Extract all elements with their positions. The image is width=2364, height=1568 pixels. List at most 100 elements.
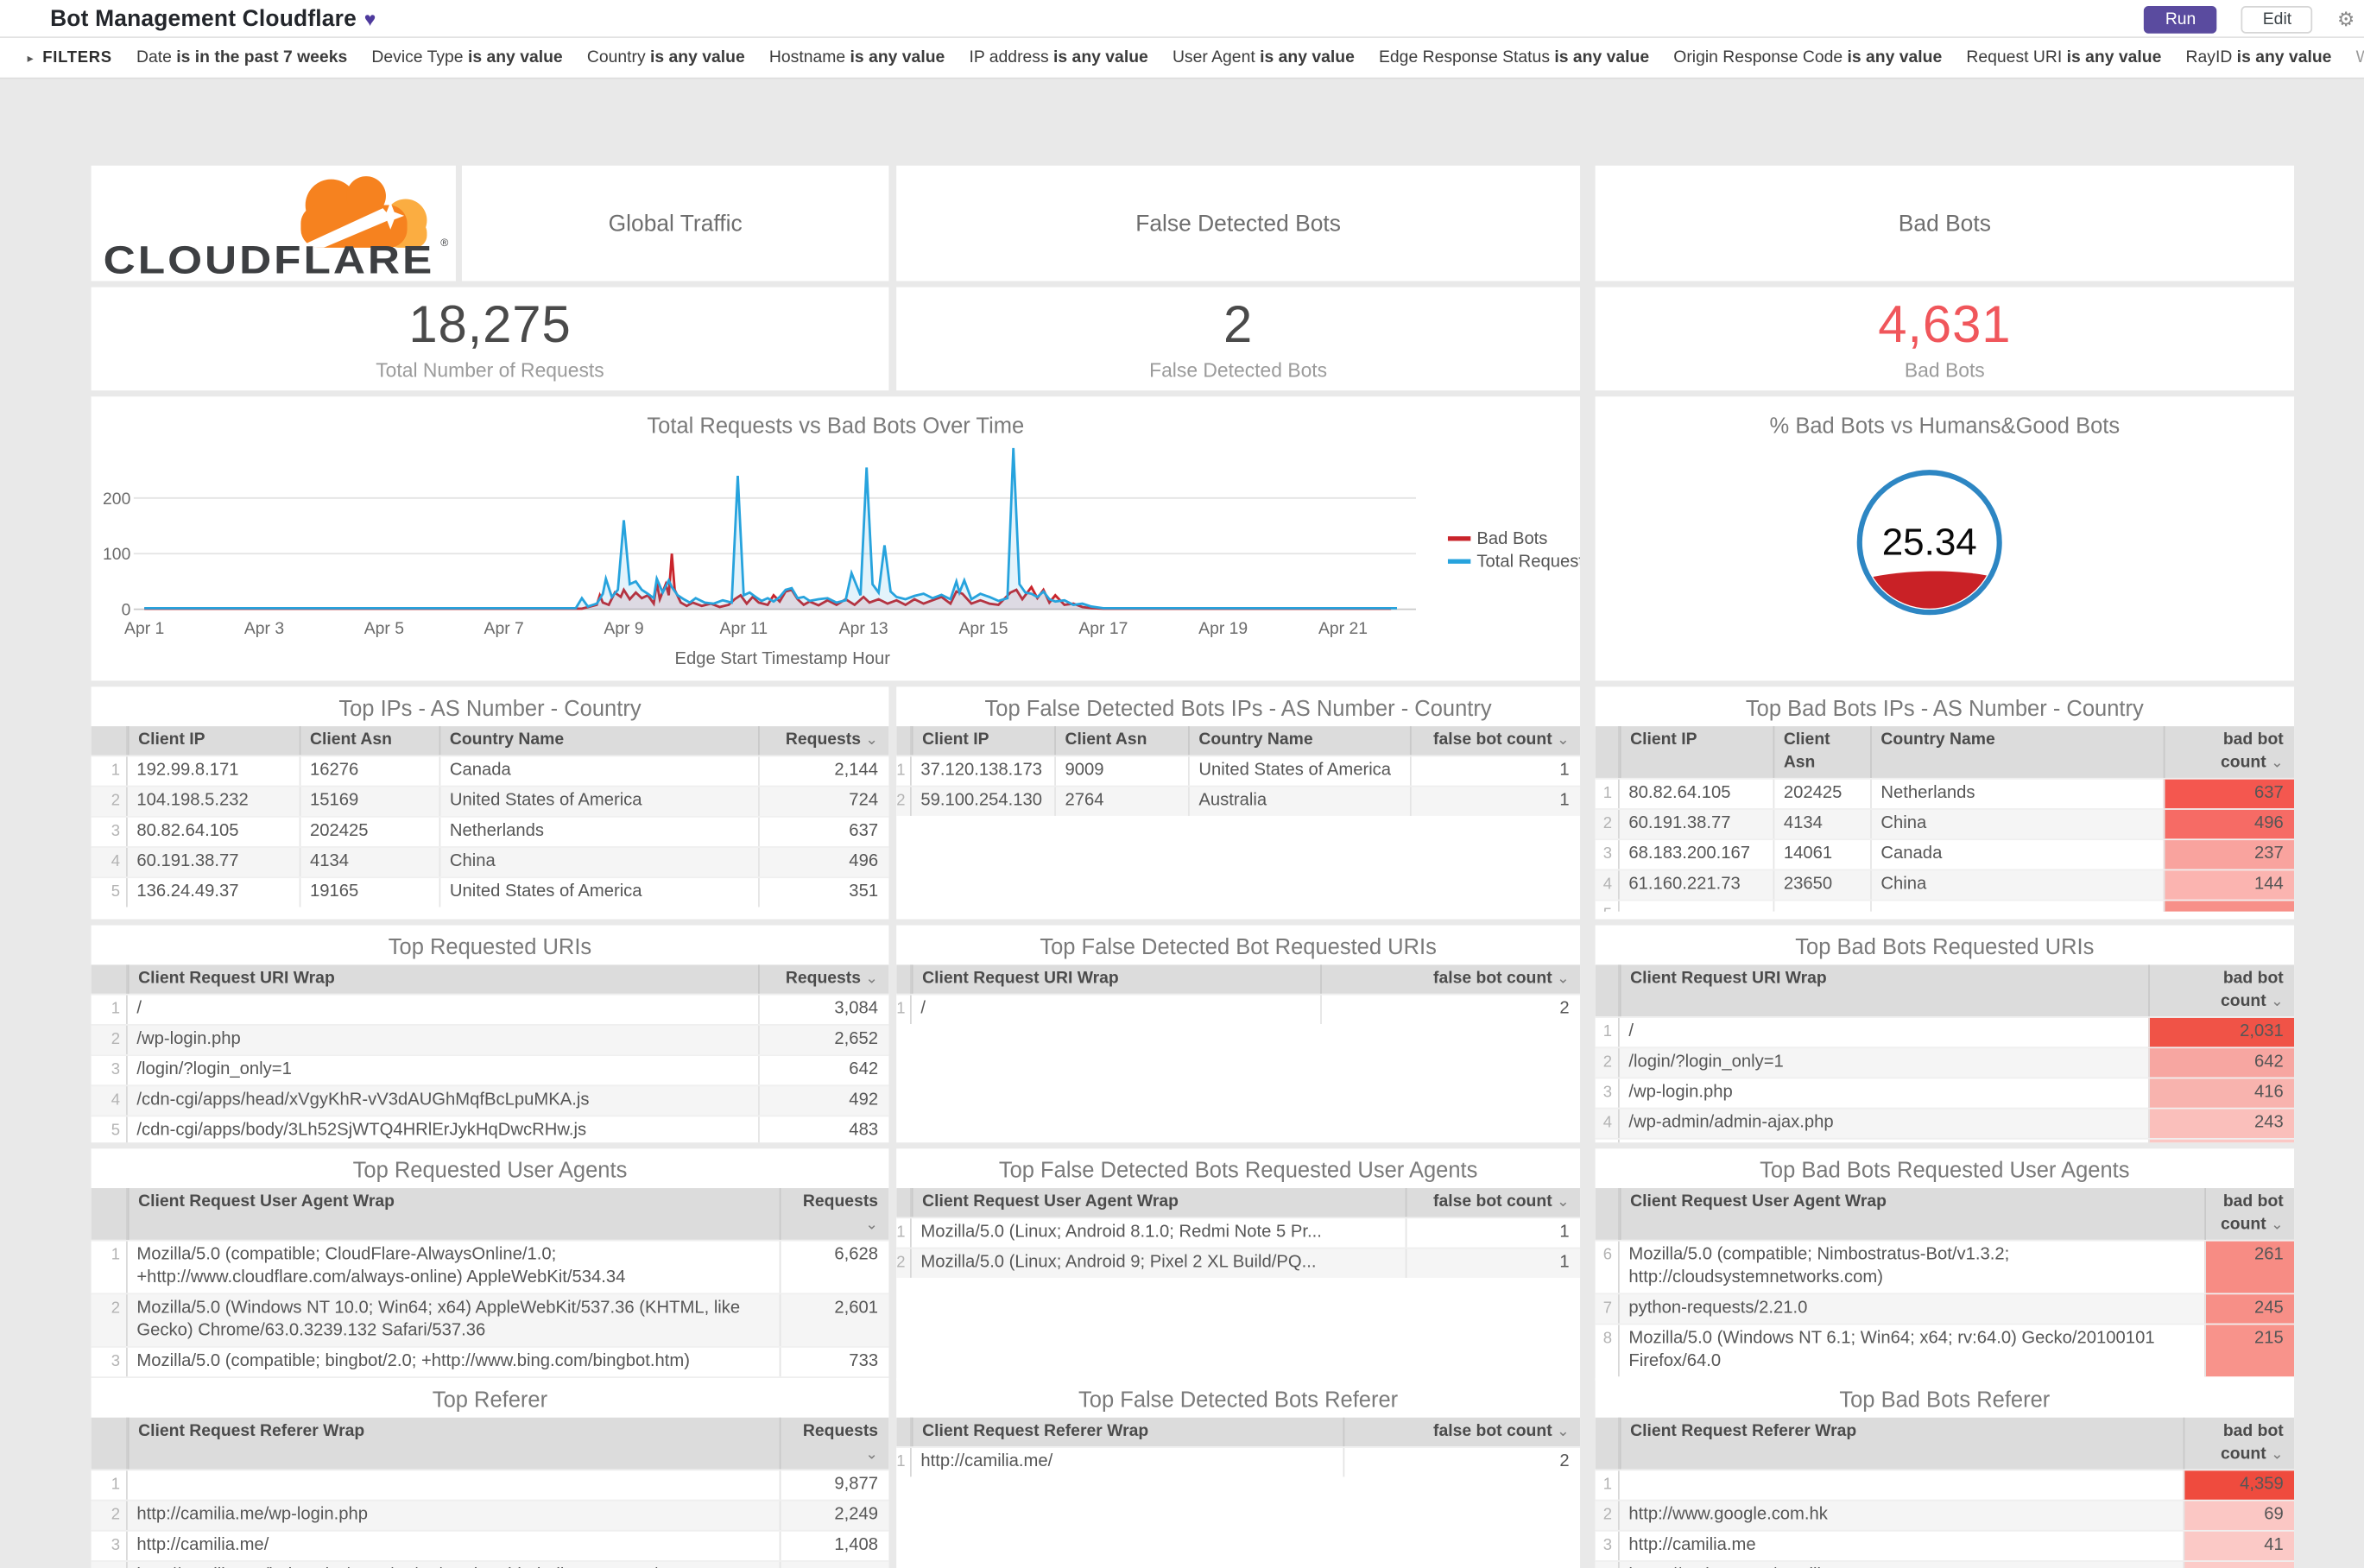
table-tile-top-bad-uas: Top Bad Bots Requested User Agents Client… <box>1595 1148 2295 1381</box>
column-header-sortable[interactable]: false bot count ⌄ <box>1343 1417 1581 1447</box>
table-cell <box>1773 901 1870 912</box>
value-cell: 496 <box>2163 809 2295 839</box>
filter-condition: is any value <box>2236 48 2332 67</box>
value-cell: 2,652 <box>758 1025 888 1055</box>
value-cell: 1,408 <box>779 1531 889 1561</box>
table-cell: Mozilla/5.0 (Windows NT 6.1; Win64; x64;… <box>1628 1329 2155 1371</box>
filter-bar: ▸ FILTERS Date is in the past 7 weeks Dev… <box>0 37 2364 79</box>
filter-field: RayID <box>2185 48 2237 67</box>
filter-field: IP address <box>969 48 1054 67</box>
table-cell: /cdn-cgi/apps/head/xVgyKhR-vV3dAUGhMqfBc… <box>136 1091 590 1110</box>
table-cell: 192.99.8.171 <box>136 761 239 780</box>
row-number: 2 <box>92 787 128 816</box>
table-row: 3 Mozilla/5.0 (compatible; bingbot/2.0; +… <box>91 1346 889 1377</box>
column-header-sortable[interactable]: false bot count ⌄ <box>1320 964 1580 994</box>
table-cell: 15169 <box>299 787 439 816</box>
column-header-sortable[interactable]: Requests⌄ <box>779 1188 889 1240</box>
filter-item[interactable]: Request URI is any value <box>1966 48 2161 66</box>
table-row: 3 80.82.64.105 202425 Netherlands 637 <box>91 815 889 847</box>
filter-item[interactable]: Origin Response Code is any value <box>1673 48 1942 66</box>
svg-text:200: 200 <box>103 490 130 509</box>
filter-item[interactable]: Date is in the past 7 weeks <box>136 48 347 66</box>
column-header: Client Asn <box>299 726 439 756</box>
filter-item[interactable]: RayID is any value <box>2186 48 2332 66</box>
table-row: 5/xmlrpc.php124 <box>1595 1137 2295 1143</box>
filter-item[interactable]: User Agent is any value <box>1173 48 1355 66</box>
table-cell: United States of America <box>439 878 759 907</box>
filter-item[interactable]: Hostname is any value <box>769 48 945 66</box>
column-header-sortable[interactable]: bad bot count ⌄ <box>2204 1188 2294 1240</box>
table-cell: https://uptime.com/camilia.me <box>1620 1562 2184 1568</box>
column-header-sortable[interactable]: false bot count ⌄ <box>1409 726 1580 756</box>
legend-item[interactable]: Total Requests <box>1447 552 1580 571</box>
gear-icon[interactable]: ⚙ <box>2337 9 2355 29</box>
table-cell <box>1620 1470 2184 1499</box>
filter-item[interactable]: Device Type is any value <box>371 48 562 66</box>
svg-text:®: ® <box>440 237 448 249</box>
value-cell: 945 <box>779 1561 889 1568</box>
value-cell <box>2163 901 2295 912</box>
table-header-row: Client Request User Agent Wrap Requests⌄ <box>91 1188 889 1240</box>
svg-text:Edge Start Timestamp Hour: Edge Start Timestamp Hour <box>674 649 890 668</box>
row-number: 6 <box>1596 1241 1620 1293</box>
row-number: 4 <box>1596 870 1620 900</box>
top-bar: Bot Management Cloudflare ♥ Run Edit ⚙ <box>0 0 2364 38</box>
row-number: 4 <box>92 847 128 877</box>
sort-chevron-icon: ⌄ <box>1556 971 1570 988</box>
gauge-chart-tile: % Bad Bots vs Humans&Good Bots 25.34 <box>1595 396 2295 681</box>
metric-value: 2 <box>1223 296 1254 354</box>
column-header-sortable[interactable]: false bot count ⌄ <box>1405 1188 1580 1217</box>
value-cell: 1 <box>1409 756 1580 786</box>
row-number: 3 <box>92 1347 128 1377</box>
value-cell: 496 <box>758 847 888 877</box>
filter-item[interactable]: Worker Subrequest is... <box>2356 48 2364 66</box>
value-cell: 1 <box>1409 787 1580 816</box>
column-header-sortable[interactable]: bad bot count ⌄ <box>2148 964 2294 1017</box>
row-number: 1 <box>1596 1470 1620 1500</box>
table-row: 3 http://camilia.me/1,408 <box>91 1529 889 1561</box>
legend-item[interactable]: Bad Bots <box>1447 529 1547 548</box>
legend-label: Total Requests <box>1476 552 1580 571</box>
column-header-sortable[interactable]: Requests⌄ <box>758 964 888 994</box>
row-number: 3 <box>92 1055 128 1085</box>
column-header-sortable[interactable]: bad bot count ⌄ <box>2183 1417 2294 1470</box>
page-title: Bot Management Cloudflare <box>50 5 357 32</box>
table-row: 3 http://camilia.me 41 <box>1595 1529 2295 1561</box>
table-row: 7 python-requests/2.21.0 245 <box>1595 1293 2295 1324</box>
column-header: Country Name <box>439 726 759 756</box>
row-number: 2 <box>92 1294 128 1347</box>
row-number-header <box>92 1188 128 1240</box>
table-tile-top-referer: Top Referer Client Request Referer Wrap Re… <box>91 1377 889 1568</box>
column-header-sortable[interactable]: bad bot count ⌄ <box>2163 726 2294 778</box>
data-table: Client Request User Agent Wrap bad bot co… <box>1595 1188 2295 1377</box>
timeseries-chart-tile: Total Requests vs Bad Bots Over Time 0 10… <box>91 396 1581 681</box>
gauge-value: 25.34 <box>1882 521 1977 563</box>
row-number: 2 <box>1596 1048 1620 1078</box>
data-table: Client Request URI Wrap bad bot count ⌄ 1/2… <box>1595 964 2295 1143</box>
svg-text:0: 0 <box>122 601 131 620</box>
table-title: Top Requested User Agents <box>352 1159 628 1184</box>
column-header-sortable[interactable]: Requests⌄ <box>758 726 888 756</box>
run-button[interactable]: Run <box>2144 5 2217 33</box>
column-header-sortable[interactable]: Requests⌄ <box>779 1417 889 1470</box>
row-number-header <box>1596 964 1620 1017</box>
value-cell: 41 <box>2183 1531 2295 1561</box>
table-title: Top Bad Bots IPs - AS Number - Country <box>1745 697 2144 722</box>
value-cell: 2 <box>1343 1447 1581 1477</box>
value-cell: 69 <box>2183 1501 2295 1530</box>
filter-condition: is any value <box>1053 48 1148 67</box>
row-number: 2 <box>896 1249 912 1278</box>
table-title: Top Requested URIs <box>388 935 592 961</box>
value-cell: 2,601 <box>779 1294 889 1347</box>
filter-item[interactable]: IP address is any value <box>969 48 1147 66</box>
filter-item[interactable]: Country is any value <box>587 48 745 66</box>
filters-toggle[interactable]: ▸ FILTERS <box>28 48 112 66</box>
edit-button[interactable]: Edit <box>2241 5 2313 33</box>
column-header: Client IP <box>911 726 1054 756</box>
section-header-label: False Detected Bots <box>1135 210 1341 237</box>
column-header: Client Asn <box>1773 726 1870 778</box>
svg-text:Apr 17: Apr 17 <box>1078 619 1128 638</box>
table-row: 1 / 2 <box>896 993 1581 1024</box>
table-header-row: Client IP Client Asn Country Name bad bot c… <box>1595 726 2295 778</box>
filter-item[interactable]: Edge Response Status is any value <box>1379 48 1649 66</box>
